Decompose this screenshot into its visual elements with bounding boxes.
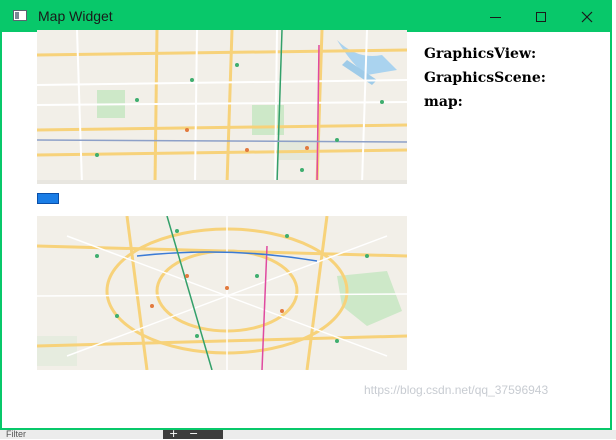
bottom-toolbar: Filter + − bbox=[0, 428, 616, 439]
maximize-icon bbox=[536, 12, 546, 22]
map-graphics-view-bottom[interactable] bbox=[37, 216, 407, 370]
watermark-text: https://blog.csdn.net/qq_37596943 bbox=[364, 383, 549, 397]
map-tile-image bbox=[37, 30, 407, 184]
minimize-button[interactable] bbox=[472, 2, 518, 32]
graphics-view-label: GraphicsView: bbox=[424, 46, 537, 62]
title-bar[interactable]: Map Widget bbox=[2, 2, 610, 32]
map-tile-image bbox=[37, 216, 407, 370]
filter-label[interactable]: Filter bbox=[6, 429, 26, 439]
maximize-button[interactable] bbox=[518, 2, 564, 32]
remove-icon[interactable]: − bbox=[189, 428, 198, 439]
dock-tab: + − bbox=[163, 428, 223, 439]
map-graphics-view-top[interactable] bbox=[37, 30, 407, 184]
close-icon bbox=[581, 11, 593, 23]
minimize-icon bbox=[489, 16, 501, 18]
info-panel: GraphicsView: GraphicsScene: map: bbox=[424, 42, 546, 114]
add-icon[interactable]: + bbox=[169, 428, 178, 439]
zoom-slider-handle[interactable] bbox=[37, 193, 59, 204]
window-title: Map Widget bbox=[38, 8, 113, 24]
app-window-icon bbox=[13, 10, 27, 21]
map-label: map: bbox=[424, 94, 463, 110]
graphics-scene-label: GraphicsScene: bbox=[424, 70, 546, 86]
close-button[interactable] bbox=[564, 2, 610, 32]
